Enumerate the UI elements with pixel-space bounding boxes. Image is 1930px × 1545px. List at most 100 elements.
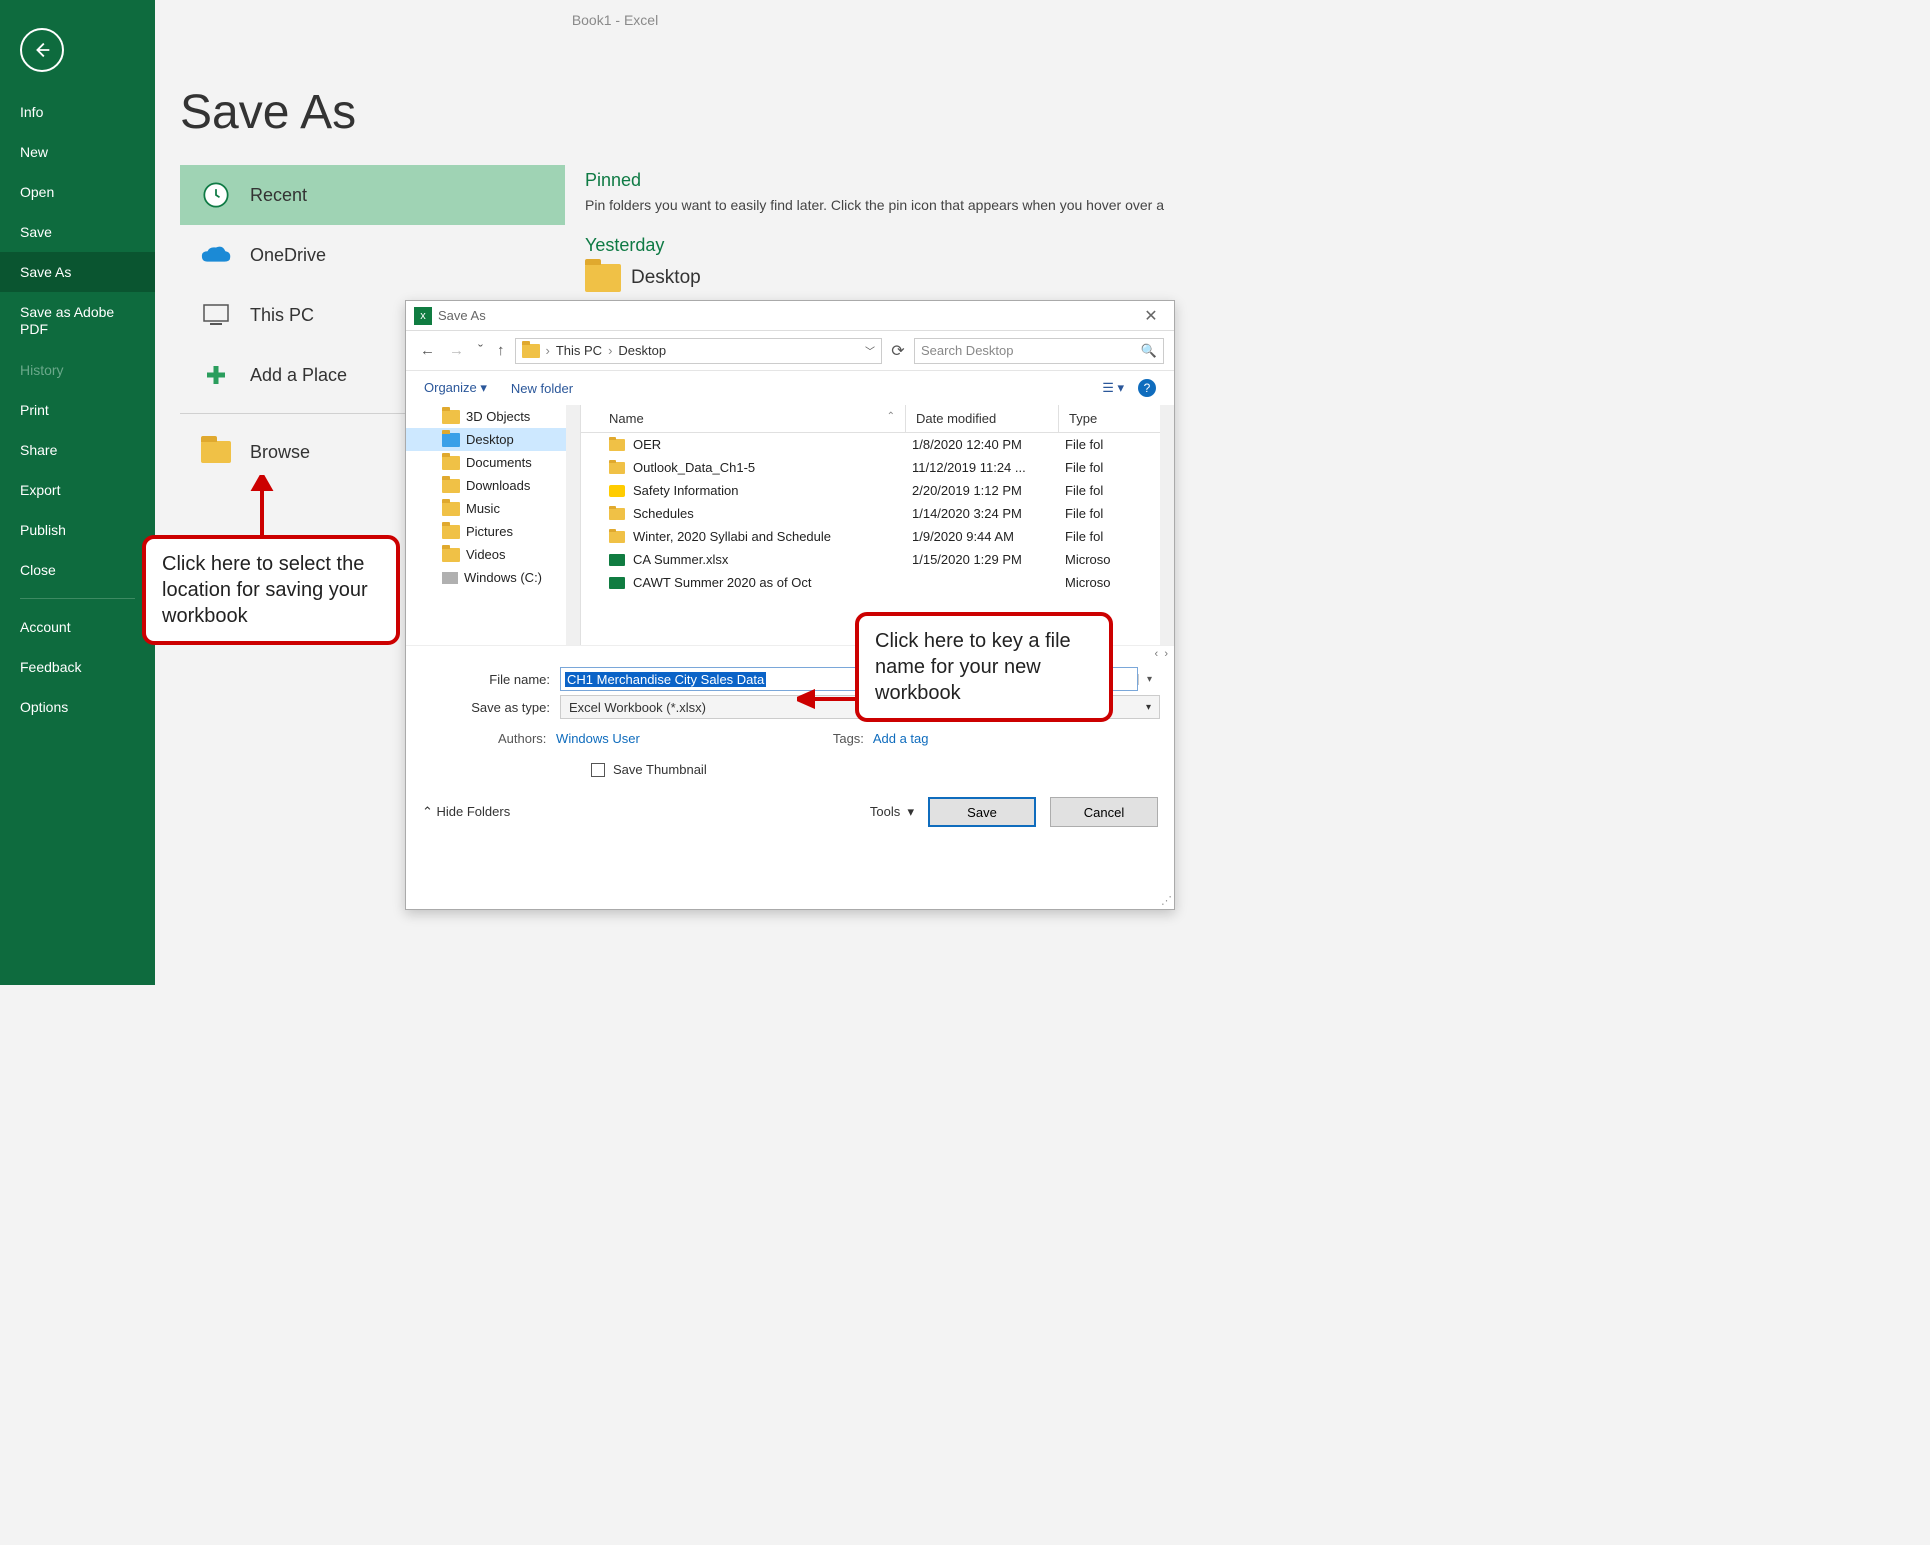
side-close[interactable]: Close — [0, 550, 155, 590]
side-saveas[interactable]: Save As — [0, 252, 155, 292]
save-button[interactable]: Save — [928, 797, 1036, 827]
pinned-text: Pin folders you want to easily find late… — [585, 197, 1225, 213]
side-options[interactable]: Options — [0, 687, 155, 727]
search-placeholder: Search Desktop — [921, 343, 1014, 358]
file-list: Name⌃ Date modified Type OER1/8/2020 12:… — [581, 405, 1174, 645]
folder-icon — [200, 436, 232, 468]
tree-scrollbar[interactable] — [566, 405, 580, 645]
file-date: 1/9/2020 9:44 AM — [906, 525, 1059, 548]
pinned-area: Pinned Pin folders you want to easily fi… — [585, 170, 1225, 292]
chevron-down-icon[interactable]: ﹀ — [865, 343, 875, 358]
file-name: CAWT Summer 2020 as of Oct — [633, 575, 811, 590]
nav-recent-drop[interactable]: ˇ — [474, 340, 487, 361]
tree-music[interactable]: Music — [406, 497, 580, 520]
authors-label: Authors: — [498, 731, 546, 746]
tree-documents[interactable]: Documents — [406, 451, 580, 474]
side-open[interactable]: Open — [0, 172, 155, 212]
side-history: History — [0, 350, 155, 390]
file-type: File fol — [1059, 433, 1174, 456]
table-row[interactable]: Outlook_Data_Ch1-511/12/2019 11:24 ...Fi… — [581, 456, 1174, 479]
col-name[interactable]: Name — [609, 411, 644, 426]
filelist-scrollbar[interactable] — [1160, 405, 1174, 645]
cancel-button[interactable]: Cancel — [1050, 797, 1158, 827]
file-name: Outlook_Data_Ch1-5 — [633, 460, 755, 475]
side-publish[interactable]: Publish — [0, 510, 155, 550]
plus-icon — [200, 359, 232, 391]
tree-videos[interactable]: Videos — [406, 543, 580, 566]
hide-folders-button[interactable]: ⌃ Hide Folders — [422, 804, 510, 820]
recent-folder-desktop[interactable]: Desktop — [585, 264, 1225, 292]
file-date: 2/20/2019 1:12 PM — [906, 479, 1059, 502]
authors-value[interactable]: Windows User — [556, 731, 640, 746]
tags-value[interactable]: Add a tag — [873, 731, 929, 746]
chevron-down-icon: ▾ — [1146, 702, 1151, 713]
nav-back[interactable]: ← — [416, 340, 439, 361]
folder-icon — [609, 531, 625, 543]
dialog-actions: ⌃ Hide Folders Tools ▾ Save Cancel — [406, 787, 1174, 839]
tools-button[interactable]: Tools ▾ — [870, 804, 914, 820]
dialog-title: Save As — [438, 308, 1136, 323]
help-icon[interactable]: ? — [1138, 379, 1156, 397]
side-feedback[interactable]: Feedback — [0, 647, 155, 687]
side-export[interactable]: Export — [0, 470, 155, 510]
yesterday-heading: Yesterday — [585, 235, 1225, 256]
excel-icon: x — [414, 307, 432, 325]
loc-onedrive[interactable]: OneDrive — [180, 225, 565, 285]
side-save[interactable]: Save — [0, 212, 155, 252]
side-info[interactable]: Info — [0, 92, 155, 132]
filename-label: File name: — [420, 672, 560, 687]
table-row[interactable]: Schedules1/14/2020 3:24 PMFile fol — [581, 502, 1174, 525]
filename-dropdown[interactable]: ▾ — [1138, 674, 1160, 685]
metadata-row: Authors: Windows User Tags: Add a tag — [406, 725, 1174, 752]
address-bar[interactable]: › This PC › Desktop ﹀ — [515, 338, 883, 364]
file-date: 11/12/2019 11:24 ... — [906, 456, 1059, 479]
refresh-button[interactable]: ⟳ — [888, 341, 908, 361]
tree-desktop[interactable]: Desktop — [406, 428, 580, 451]
loc-thispc-label: This PC — [250, 305, 314, 326]
search-input[interactable]: Search Desktop 🔍 — [914, 338, 1164, 364]
file-type: Microso — [1059, 548, 1174, 571]
back-arrow-icon — [31, 39, 53, 61]
organize-button[interactable]: Organize ▾ — [424, 380, 487, 396]
crumb-leaf[interactable]: Desktop — [618, 343, 666, 358]
file-date — [906, 571, 1059, 594]
file-date: 1/15/2020 1:29 PM — [906, 548, 1059, 571]
resize-grip[interactable]: ⋰ — [1161, 894, 1172, 907]
pinned-heading: Pinned — [585, 170, 1225, 191]
table-row[interactable]: CAWT Summer 2020 as of OctMicroso — [581, 571, 1174, 594]
loc-recent[interactable]: Recent — [180, 165, 565, 225]
tags-label: Tags: — [833, 731, 864, 746]
side-print[interactable]: Print — [0, 390, 155, 430]
thispc-icon — [200, 299, 232, 331]
dialog-toolbar: Organize ▾ New folder ☰ ▾ ? — [406, 371, 1174, 405]
file-date: 1/14/2020 3:24 PM — [906, 502, 1059, 525]
table-row[interactable]: OER1/8/2020 12:40 PMFile fol — [581, 433, 1174, 456]
tree-downloads[interactable]: Downloads — [406, 474, 580, 497]
side-account[interactable]: Account — [0, 607, 155, 647]
side-new[interactable]: New — [0, 132, 155, 172]
table-row[interactable]: CA Summer.xlsx1/15/2020 1:29 PMMicroso — [581, 548, 1174, 571]
xls-icon — [609, 577, 625, 589]
folder-icon — [585, 264, 621, 292]
newfolder-button[interactable]: New folder — [511, 381, 573, 396]
folder-icon — [609, 508, 625, 520]
table-row[interactable]: Winter, 2020 Syllabi and Schedule1/9/202… — [581, 525, 1174, 548]
savetype-label: Save as type: — [420, 700, 560, 715]
close-button[interactable]: ✕ — [1136, 306, 1166, 326]
tree-3dobjects[interactable]: 3D Objects — [406, 405, 580, 428]
tree-pictures[interactable]: Pictures — [406, 520, 580, 543]
crumb-root[interactable]: This PC — [556, 343, 602, 358]
file-name: Safety Information — [633, 483, 739, 498]
thumbnail-checkbox[interactable] — [591, 763, 605, 777]
back-button[interactable] — [20, 28, 64, 72]
tree-windowsc[interactable]: Windows (C:) — [406, 566, 580, 589]
folder-icon — [609, 462, 625, 474]
table-row[interactable]: Safety Information2/20/2019 1:12 PMFile … — [581, 479, 1174, 502]
loc-browse-label: Browse — [250, 442, 310, 463]
view-button[interactable]: ☰ ▾ — [1102, 380, 1124, 396]
nav-up[interactable]: ↑ — [493, 340, 509, 361]
side-save-adobe[interactable]: Save as Adobe PDF — [0, 292, 155, 350]
col-datemodified[interactable]: Date modified — [916, 411, 996, 426]
side-share[interactable]: Share — [0, 430, 155, 470]
col-type[interactable]: Type — [1069, 411, 1097, 426]
